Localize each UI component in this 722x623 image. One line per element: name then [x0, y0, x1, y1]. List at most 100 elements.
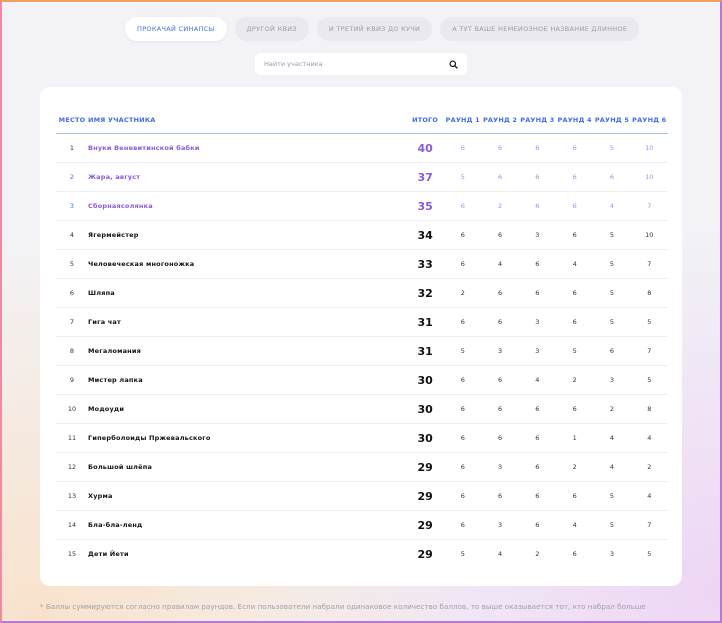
row-round-1: 2 [444, 278, 482, 308]
header-round-2[interactable]: Раунд 2 [481, 107, 519, 134]
row-round-3: 6 [518, 191, 556, 221]
row-place: 8 [56, 336, 88, 366]
header-place[interactable]: Место [56, 107, 88, 134]
row-round-4: 6 [556, 162, 594, 192]
table-row: 13 Хурма 29 6 6 6 6 5 4 [56, 481, 668, 511]
tab-quiz-2[interactable]: Другой квиз [234, 17, 309, 41]
row-team-name: Сборнаясолянка [88, 191, 407, 221]
row-round-5: 3 [593, 365, 631, 395]
row-place: 9 [56, 365, 88, 395]
row-team-name: Жара, август [88, 162, 407, 192]
table-row: 15 Дети Йети 29 5 4 2 6 3 5 [56, 540, 668, 569]
row-team-name: Гига чат [88, 307, 407, 337]
row-round-1: 6 [444, 394, 482, 424]
footnote: * Баллы суммируются согласно правилам ра… [40, 602, 646, 611]
row-round-6: 5 [630, 307, 668, 337]
row-round-1: 5 [444, 162, 482, 192]
table-row: 10 Модоуди 30 6 6 6 6 2 8 [56, 394, 668, 424]
row-round-2: 6 [481, 307, 519, 337]
row-place: 6 [56, 278, 88, 308]
row-round-4: 6 [556, 133, 594, 163]
row-round-6: 7 [630, 191, 668, 221]
search-box [255, 53, 467, 75]
row-place: 11 [56, 423, 88, 453]
table-row: 12 Большой шлёпа 29 6 3 6 2 4 2 [56, 452, 668, 482]
row-round-6: 8 [630, 394, 668, 424]
row-round-4: 5 [556, 336, 594, 366]
row-round-6: 7 [630, 249, 668, 279]
row-round-6: 7 [630, 510, 668, 540]
row-round-3: 6 [518, 510, 556, 540]
row-total: 29 [406, 510, 445, 540]
row-total: 30 [406, 423, 445, 453]
row-total: 30 [406, 394, 445, 424]
row-place: 3 [56, 191, 88, 221]
table-row: 8 Мегаломания 31 5 3 3 5 6 7 [56, 336, 668, 366]
header-round-4[interactable]: Раунд 4 [556, 107, 594, 134]
search-input[interactable] [264, 60, 434, 68]
header-round-3[interactable]: Раунд 3 [518, 107, 556, 134]
tab-quiz-4[interactable]: А тут ваше немеиозное название длинное [440, 17, 640, 41]
row-round-4: 2 [556, 452, 594, 482]
row-round-1: 6 [444, 423, 482, 453]
row-place: 10 [56, 394, 88, 424]
row-round-3: 6 [518, 423, 556, 453]
row-round-4: 6 [556, 307, 594, 337]
row-total: 29 [406, 481, 445, 511]
search-icon[interactable] [449, 59, 458, 69]
row-round-2: 3 [481, 336, 519, 366]
row-total: 35 [406, 191, 445, 221]
row-round-3: 6 [518, 162, 556, 192]
row-round-5: 6 [593, 336, 631, 366]
row-round-4: 1 [556, 423, 594, 453]
row-round-1: 6 [444, 481, 482, 511]
row-total: 31 [406, 307, 445, 337]
row-round-5: 5 [593, 307, 631, 337]
header-round-6[interactable]: Раунд 6 [630, 107, 668, 134]
tab-quiz-1[interactable]: Прокачай синапсы [125, 17, 227, 41]
row-round-5: 5 [593, 278, 631, 308]
row-round-3: 6 [518, 452, 556, 482]
row-round-1: 6 [444, 133, 482, 163]
header-total[interactable]: Итого [406, 107, 445, 134]
row-round-2: 6 [481, 133, 519, 163]
row-place: 15 [67, 550, 77, 558]
row-round-1: 6 [444, 249, 482, 279]
row-round-4: 6 [556, 278, 594, 308]
header-round-5[interactable]: Раунд 5 [593, 107, 631, 134]
row-round-5: 5 [593, 481, 631, 511]
header-name[interactable]: Имя участника [88, 107, 407, 134]
row-team-name: Большой шлёпа [88, 452, 407, 482]
row-total: 32 [406, 278, 445, 308]
row-team-name: Мистер лапка [88, 365, 407, 395]
row-total: 31 [406, 336, 445, 366]
row-round-2: 6 [481, 162, 519, 192]
row-round-4: 6 [556, 394, 594, 424]
row-round-3: 3 [518, 336, 556, 366]
row-round-3: 6 [518, 394, 556, 424]
leaderboard-table: Место Имя участника Итого Раунд 1 Раунд … [56, 107, 668, 568]
header-round-1[interactable]: Раунд 1 [444, 107, 482, 134]
tab-quiz-3[interactable]: И третий квиз до кучи [316, 17, 433, 41]
row-round-4: 6 [556, 220, 594, 250]
row-team-name: Мегаломания [88, 336, 407, 366]
row-round-4: 6 [556, 481, 594, 511]
row-team-name: Ягермейстер [88, 220, 407, 250]
row-round-4: 6 [556, 191, 594, 221]
quiz-tabs: Прокачай синапсы Другой квиз И третий кв… [125, 17, 640, 41]
row-team-name: Дети Йети [88, 550, 129, 558]
row-place: 2 [56, 162, 88, 192]
row-round-6: 2 [630, 452, 668, 482]
row-total: 37 [406, 162, 445, 192]
row-round-2: 6 [481, 423, 519, 453]
row-team-name: Человеческая многоножка [88, 249, 407, 279]
row-round-4: 4 [556, 510, 594, 540]
row-round-5: 5 [593, 220, 631, 250]
row-round-1: 6 [444, 510, 482, 540]
table-header: Место Имя участника Итого Раунд 1 Раунд … [56, 107, 668, 134]
row-round-6: 10 [630, 220, 668, 250]
row-place: 5 [56, 249, 88, 279]
row-round-1: 6 [444, 307, 482, 337]
row-round-2: 4 [481, 249, 519, 279]
row-round-6: 10 [630, 133, 668, 163]
